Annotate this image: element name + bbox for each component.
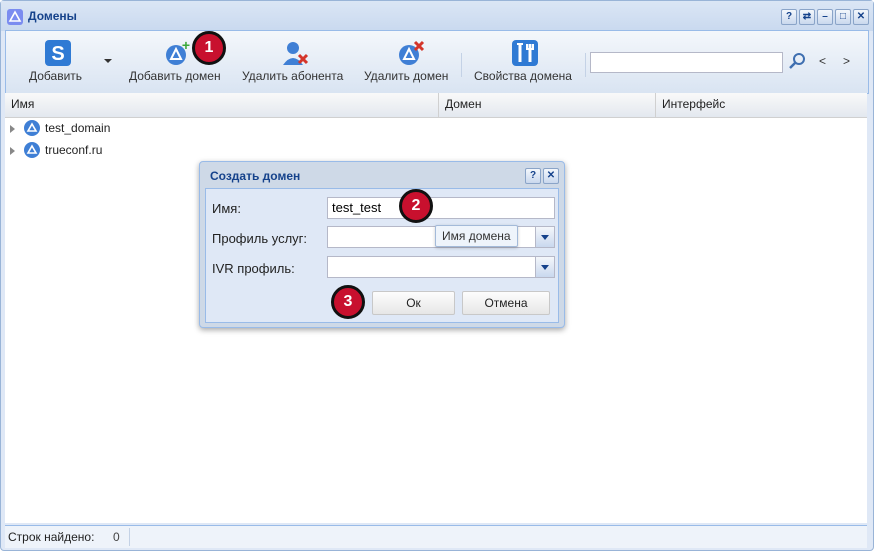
row-name: trueconf.ru	[45, 143, 103, 157]
toolbar-separator	[585, 53, 586, 77]
add-s-icon: S	[44, 39, 72, 67]
add-domain-icon: +	[164, 37, 192, 67]
rows-found-count: 0	[113, 530, 120, 544]
domain-icon	[7, 9, 23, 25]
remove-domain-icon	[397, 39, 425, 67]
dialog-form: Имя: test_test Профиль услуг: IVR профил…	[205, 188, 559, 323]
remove-user-icon	[281, 39, 309, 67]
column-header-domain[interactable]: Домен	[439, 93, 656, 117]
add-button[interactable]: S Добавить	[16, 31, 106, 93]
ivr-profile-select[interactable]	[327, 256, 555, 278]
help-icon[interactable]: ?	[525, 168, 541, 184]
help-icon[interactable]: ?	[781, 9, 797, 25]
close-icon[interactable]: ✕	[543, 168, 559, 184]
dialog-controls: ? ✕	[525, 168, 559, 184]
grid-header: Имя Домен Интерфейс	[5, 93, 867, 118]
svg-text:+: +	[182, 39, 190, 53]
row-name: test_domain	[45, 121, 111, 135]
cancel-button[interactable]: Отмена	[462, 291, 550, 315]
remove-domain-button[interactable]: Удалить домен	[361, 31, 461, 93]
ivr-profile-label: IVR профиль:	[212, 261, 295, 276]
annotation-badge-3: 3	[331, 285, 365, 319]
name-field-tooltip: Имя домена	[435, 225, 518, 247]
ok-button[interactable]: Ок	[372, 291, 455, 315]
remove-subscriber-button[interactable]: Удалить абонента	[239, 31, 351, 93]
rows-found-label: Строк найдено:	[8, 530, 95, 544]
domain-icon	[24, 142, 40, 158]
maximize-icon[interactable]: □	[835, 9, 851, 25]
window-title: Домены	[28, 9, 77, 23]
add-domain-label: Добавить домен	[129, 69, 221, 83]
domain-properties-label: Свойства домена	[474, 69, 572, 83]
dialog-title: Создать домен	[210, 169, 301, 183]
annotation-badge-1: 1	[192, 31, 226, 65]
name-label: Имя:	[212, 201, 241, 216]
expand-arrow-icon[interactable]	[10, 125, 15, 133]
minimize-icon[interactable]: –	[817, 9, 833, 25]
remove-domain-label: Удалить домен	[364, 69, 449, 83]
search-input[interactable]	[590, 52, 783, 73]
add-dropdown-arrow-icon[interactable]	[104, 59, 112, 63]
domain-icon	[24, 120, 40, 136]
expand-arrow-icon[interactable]	[10, 147, 15, 155]
status-separator	[129, 528, 130, 546]
table-row[interactable]: test_domain	[5, 118, 867, 140]
statusbar: Строк найдено: 0	[5, 525, 867, 548]
column-header-name[interactable]: Имя	[5, 93, 439, 117]
toolbar-separator	[461, 53, 462, 77]
domain-properties-button[interactable]: Свойства домена	[471, 31, 581, 93]
next-page-button[interactable]: >	[843, 54, 850, 68]
chevron-down-icon[interactable]	[535, 257, 554, 277]
window-titlebar: Домены ? ⇄ – □ ✕	[1, 1, 873, 31]
chevron-down-icon[interactable]	[535, 227, 554, 247]
close-icon[interactable]: ✕	[853, 9, 869, 25]
properties-tools-icon	[511, 39, 539, 67]
prev-page-button[interactable]: <	[819, 54, 826, 68]
service-profile-label: Профиль услуг:	[212, 231, 308, 246]
column-header-interface[interactable]: Интерфейс	[656, 93, 867, 117]
search-icon[interactable]	[788, 52, 806, 70]
table-row[interactable]: trueconf.ru	[5, 140, 867, 162]
name-field[interactable]: test_test	[327, 197, 555, 219]
annotation-badge-2: 2	[399, 189, 433, 223]
svg-text:S: S	[51, 43, 64, 65]
window-controls: ? ⇄ – □ ✕	[781, 9, 869, 25]
add-button-label: Добавить	[29, 69, 83, 83]
remove-subscriber-label: Удалить абонента	[242, 69, 344, 83]
refresh-icon[interactable]: ⇄	[799, 9, 815, 25]
